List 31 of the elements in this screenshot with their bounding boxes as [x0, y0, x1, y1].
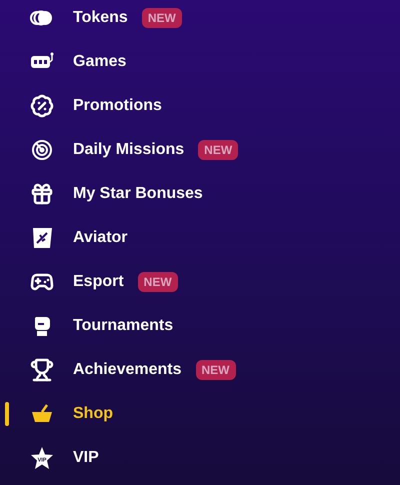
percent-badge-icon	[30, 94, 54, 118]
menu-item[interactable]: Tournaments	[0, 304, 400, 348]
menu-item[interactable]: Daily Missions NEW	[0, 128, 400, 172]
trophy-icon	[30, 358, 54, 382]
menu-label: VIP	[73, 448, 99, 468]
target-icon	[30, 138, 54, 162]
menu-label: Tokens	[73, 8, 128, 28]
menu-label: My Star Bonuses	[73, 184, 203, 204]
menu-label: Tournaments	[73, 316, 174, 336]
menu-label: Daily Missions	[73, 140, 184, 160]
new-badge: NEW	[198, 140, 238, 160]
menu-label: Games	[73, 52, 126, 72]
new-badge: NEW	[196, 360, 236, 380]
menu-item[interactable]: Games	[0, 40, 400, 84]
menu-item[interactable]: Tokens NEW	[0, 0, 400, 40]
new-badge: NEW	[138, 272, 178, 292]
menu-item[interactable]: My Star Bonuses	[0, 172, 400, 216]
menu-label: Aviator	[73, 228, 128, 248]
menu-item[interactable]: Esport NEW	[0, 260, 400, 304]
menu-label: Promotions	[73, 96, 162, 116]
menu-label: Shop	[73, 404, 113, 424]
selection-indicator	[5, 402, 9, 426]
menu-label: Achievements	[73, 360, 182, 380]
menu-item[interactable]: Shop	[0, 392, 400, 436]
menu-item[interactable]: Promotions	[0, 84, 400, 128]
menu-label: Esport	[73, 272, 124, 292]
new-badge: NEW	[142, 8, 182, 28]
menu-item[interactable]: Aviator	[0, 216, 400, 260]
menu-item[interactable]: Achievements NEW	[0, 348, 400, 392]
plane-icon	[30, 226, 54, 250]
gift-icon	[30, 182, 54, 206]
